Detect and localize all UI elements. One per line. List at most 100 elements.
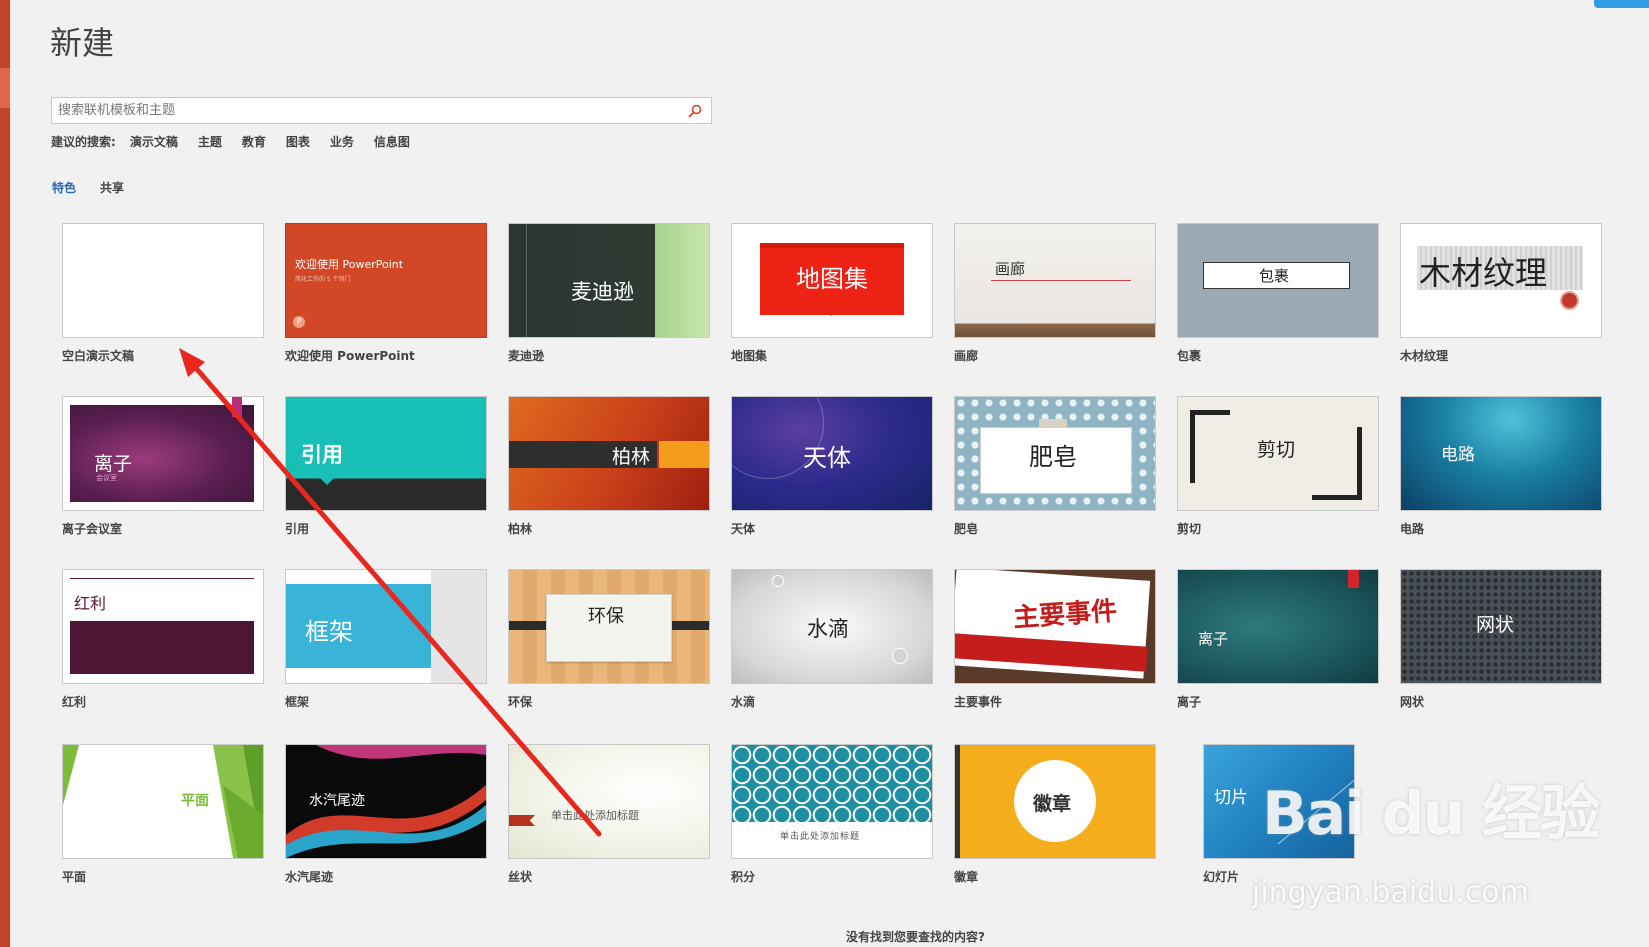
thumb-title: 剪切 bbox=[1257, 439, 1296, 461]
template-card-soap[interactable]: 肥皂 肥皂 bbox=[954, 396, 1156, 537]
template-thumb: 电路 bbox=[1400, 396, 1602, 511]
template-card-cut[interactable]: 剪切 剪切 bbox=[1177, 396, 1379, 537]
thumb-title: 柏林 bbox=[612, 446, 651, 468]
thumb-title: 框架 bbox=[305, 618, 353, 646]
template-thumb: 地图集 bbox=[731, 223, 933, 338]
thumb-title: 平面 bbox=[181, 793, 209, 809]
template-card-dividend[interactable]: 红利 红利 bbox=[62, 569, 264, 710]
template-thumb: 单击此处添加标题 bbox=[731, 744, 933, 859]
template-card-quote[interactable]: 引用 引用 bbox=[285, 396, 487, 537]
thumb-title: 水滴 bbox=[807, 617, 849, 641]
template-card-droplet[interactable]: 水滴 水滴 bbox=[731, 569, 933, 710]
thumb-bracket-right bbox=[1312, 427, 1362, 500]
template-card-wood[interactable]: 木材纹理 木材纹理 bbox=[1400, 223, 1602, 364]
thumb-title: 离子 bbox=[94, 453, 133, 475]
template-card-slice[interactable]: 切片 幻灯片 bbox=[1203, 744, 1405, 885]
thumb-subtitle: 会议室 bbox=[96, 474, 117, 482]
template-thumb: 切片 bbox=[1203, 744, 1355, 859]
corner-badge bbox=[1594, 0, 1649, 8]
template-caption: 柏林 bbox=[508, 522, 533, 536]
template-card-blank[interactable]: 空白演示文稿 bbox=[62, 223, 264, 364]
template-card-welcome[interactable]: 欢迎使用 PowerPoint 简化工作的 5 个窍门 P 欢迎使用 Power… bbox=[285, 223, 487, 364]
template-thumb: 包裹 bbox=[1177, 223, 1379, 338]
template-caption: 水滴 bbox=[731, 695, 756, 709]
template-card-badge[interactable]: 徽章 徽章 bbox=[954, 744, 1156, 885]
template-card-gallery[interactable]: 画廊 画廊 bbox=[954, 223, 1156, 364]
not-found-link[interactable]: 没有找到您要查找的内容? bbox=[846, 928, 985, 945]
template-card-celestial[interactable]: 天体 天体 bbox=[731, 396, 933, 537]
suggested-label: 建议的搜索: bbox=[51, 135, 116, 149]
suggest-education[interactable]: 教育 bbox=[242, 133, 266, 150]
template-card-integral[interactable]: 单击此处添加标题 积分 bbox=[731, 744, 933, 885]
template-card-main-event[interactable]: 主要事件 主要事件 bbox=[954, 569, 1156, 710]
thumb-title: 木材纹理 bbox=[1419, 254, 1548, 292]
template-card-mesh[interactable]: 网状 网状 bbox=[1400, 569, 1602, 710]
thumb-title: 单击此处添加标题 bbox=[780, 832, 861, 842]
template-thumb: 引用 bbox=[285, 396, 487, 511]
thumb-title: 天体 bbox=[803, 444, 851, 472]
suggest-presentation[interactable]: 演示文稿 bbox=[130, 133, 178, 150]
template-tabs: 特色 共享 bbox=[52, 179, 148, 196]
template-card-eco[interactable]: 环保 环保 bbox=[508, 569, 710, 710]
template-thumb: 红利 bbox=[62, 569, 264, 684]
thumb-top-rule bbox=[70, 578, 254, 579]
thumb-title: 主要事件 bbox=[1012, 596, 1119, 634]
tab-shared[interactable]: 共享 bbox=[100, 179, 124, 196]
thumb-title: 画廊 bbox=[995, 260, 1026, 278]
thumb-title: 引用 bbox=[301, 443, 343, 467]
template-caption: 网状 bbox=[1400, 695, 1425, 709]
search-box[interactable] bbox=[51, 97, 712, 124]
template-thumb: 环保 bbox=[508, 569, 710, 684]
template-card-vapor-trail[interactable]: 水汽尾迹 水汽尾迹 bbox=[285, 744, 487, 885]
search-icon[interactable] bbox=[687, 103, 703, 119]
template-caption: 丝状 bbox=[508, 870, 533, 884]
template-caption: 天体 bbox=[731, 522, 756, 536]
template-thumb: 柏林 bbox=[508, 396, 710, 511]
template-thumb: 天体 bbox=[731, 396, 933, 511]
template-card-circuit[interactable]: 电路 电路 bbox=[1400, 396, 1602, 537]
template-card-ion[interactable]: 离子 离子 bbox=[1177, 569, 1379, 710]
thumb-marker bbox=[509, 815, 535, 826]
tab-featured[interactable]: 特色 bbox=[52, 179, 76, 196]
page-title: 新建 bbox=[50, 24, 115, 62]
template-caption: 画廊 bbox=[954, 349, 979, 363]
template-caption: 红利 bbox=[62, 695, 87, 709]
template-card-wisp[interactable]: 单击此处添加标题 丝状 bbox=[508, 744, 710, 885]
template-card-facet[interactable]: 平面 平面 bbox=[62, 744, 264, 885]
powerpoint-logo-icon: P bbox=[293, 316, 305, 328]
template-thumb: 剪切 bbox=[1177, 396, 1379, 511]
thumb-title: 切片 bbox=[1214, 788, 1248, 808]
thumb-title: 麦迪逊 bbox=[571, 280, 634, 304]
template-caption: 剪切 bbox=[1177, 522, 1202, 536]
template-card-frame[interactable]: 框架 框架 bbox=[285, 569, 487, 710]
suggest-theme[interactable]: 主题 bbox=[198, 133, 222, 150]
thumb-title: 肥皂 bbox=[1029, 443, 1077, 471]
template-caption: 幻灯片 bbox=[1203, 870, 1240, 884]
suggest-infographics[interactable]: 信息图 bbox=[374, 133, 410, 150]
thumb-title: 网状 bbox=[1476, 614, 1515, 636]
template-caption: 麦迪逊 bbox=[508, 349, 545, 363]
thumb-title: 欢迎使用 PowerPoint bbox=[295, 258, 404, 271]
template-card-parcel[interactable]: 包裹 包裹 bbox=[1177, 223, 1379, 364]
search-input[interactable] bbox=[52, 98, 678, 123]
suggest-business[interactable]: 业务 bbox=[330, 133, 354, 150]
template-card-berlin[interactable]: 柏林 柏林 bbox=[508, 396, 710, 537]
template-caption: 木材纹理 bbox=[1400, 349, 1449, 363]
template-card-atlas[interactable]: 地图集 地图集 bbox=[731, 223, 933, 364]
template-thumb: 主要事件 bbox=[954, 569, 1156, 684]
template-thumb: 麦迪逊 bbox=[508, 223, 710, 338]
template-caption: 平面 bbox=[62, 870, 87, 884]
template-card-madison[interactable]: 麦迪逊 麦迪逊 bbox=[508, 223, 710, 364]
template-card-ion-boardroom[interactable]: 离子 会议室 离子会议室 bbox=[62, 396, 264, 537]
template-thumb: 肥皂 bbox=[954, 396, 1156, 511]
thumb-side-band bbox=[955, 745, 960, 858]
suggest-charts[interactable]: 图表 bbox=[286, 133, 310, 150]
template-caption: 离子会议室 bbox=[62, 522, 123, 536]
template-thumb: 徽章 bbox=[954, 744, 1156, 859]
template-caption: 空白演示文稿 bbox=[62, 349, 135, 363]
template-caption: 水汽尾迹 bbox=[285, 870, 334, 884]
thumb-band-accent bbox=[659, 441, 709, 468]
template-caption: 积分 bbox=[731, 870, 756, 884]
thumb-title: 电路 bbox=[1441, 445, 1475, 465]
template-caption: 地图集 bbox=[731, 349, 768, 363]
